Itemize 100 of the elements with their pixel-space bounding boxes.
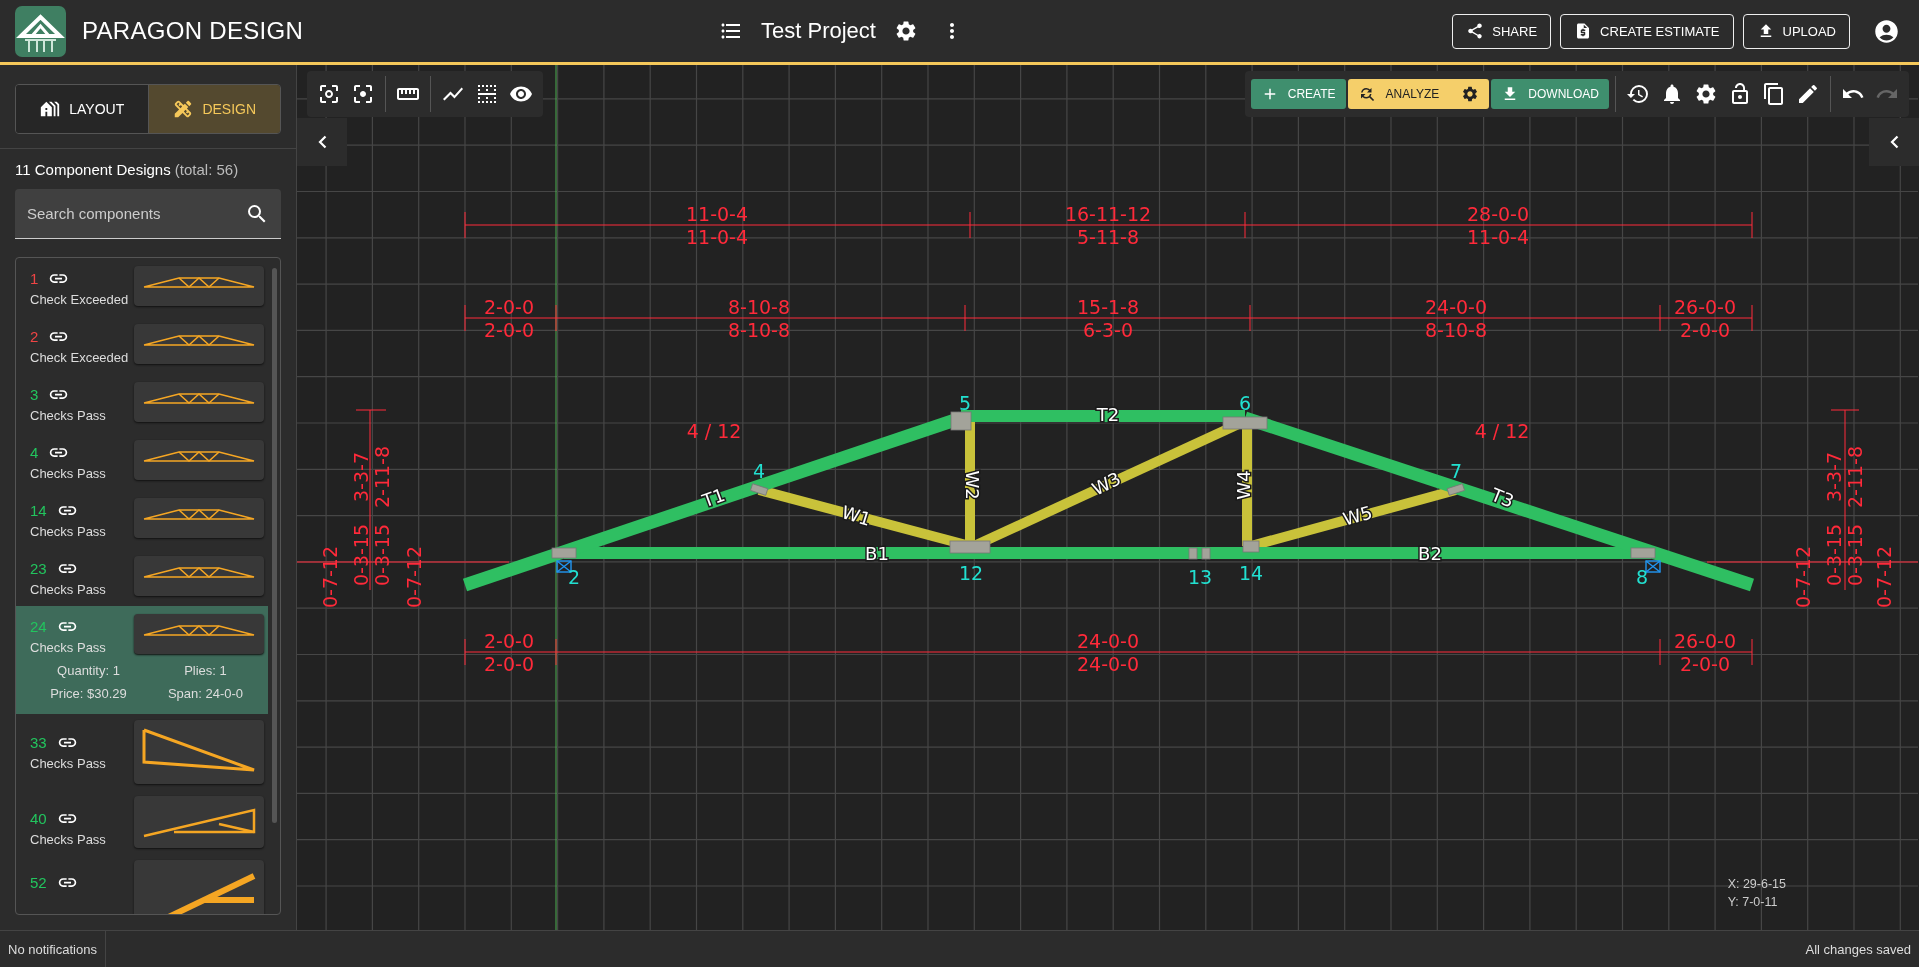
dimension-label: 0-7-12 (318, 545, 341, 609)
list-heading: 11 Component Designs (total: 56) (15, 161, 240, 178)
dimension-label: 11-0-4 (1466, 226, 1530, 248)
joint-number: 12 (958, 561, 984, 584)
save-status: All changes saved (1805, 941, 1912, 957)
cursor-y: Y: 7-0-11 (1727, 895, 1779, 909)
bearing-icon (1645, 560, 1661, 573)
dimension-label: 8-10-8 (1424, 319, 1488, 341)
component-detail: Span: 24-0-0 (166, 686, 245, 701)
connector-plate (1630, 547, 1656, 559)
scrollbar[interactable] (272, 268, 277, 823)
chevron-left-icon (1889, 135, 1899, 149)
dimension-label: 0-7-12 (402, 545, 425, 609)
dimension-label: 28-0-0 (1466, 203, 1530, 225)
component-number: 33 (30, 734, 47, 751)
check-status: Checks Pass (30, 756, 106, 771)
component-number: 24 (30, 618, 47, 635)
component-number: 4 (30, 444, 39, 461)
component-detail: Plies: 1 (183, 663, 228, 678)
dimension-label: 6-3-0 (1083, 319, 1133, 341)
logo-icon (15, 5, 66, 57)
check-status: Check Exceeded (30, 350, 129, 365)
component-item[interactable]: 2 Check Exceeded (16, 316, 268, 374)
check-status: Check Exceeded (30, 292, 129, 307)
dimension-label: 3-3-7 (349, 452, 372, 502)
dimension-label: 26-0-0 (1673, 296, 1737, 318)
dimension-label: 24-0-0 (1076, 653, 1140, 675)
search-field[interactable]: Search components (15, 189, 281, 239)
dimension-label: 3-3-7 (1822, 452, 1845, 502)
download-button[interactable]: DOWNLOAD (1491, 79, 1609, 109)
component-number: 23 (30, 560, 47, 577)
component-detail: Price: $30.29 (49, 686, 128, 701)
canvas-area[interactable] (297, 65, 1919, 930)
connector-plate (950, 411, 972, 431)
dimension-label: 2-0-0 (484, 653, 534, 675)
dimension-label: 11-0-4 (685, 226, 749, 248)
joint-number: 8 (1635, 565, 1649, 588)
joint-number: 5 (958, 391, 972, 414)
component-item[interactable]: 40 Checks Pass (16, 790, 268, 854)
component-detail: Quantity: 1 (56, 663, 121, 678)
analyze-button[interactable]: ANALYZE (1347, 79, 1490, 109)
dimension-label: 2-0-0 (484, 630, 534, 652)
dimension-label: 0-3-15 (1843, 523, 1866, 587)
dimension-label: 8-10-8 (727, 319, 791, 341)
dimension-label: 2-11-8 (370, 445, 393, 509)
header-button[interactable]: CREATE ESTIMATE (1560, 13, 1734, 49)
pitch-label: 4 / 12 (1474, 420, 1530, 442)
member-label: T3 (1488, 483, 1517, 512)
component-item[interactable]: 24 Checks Pass Quantity: 1 Plies: 1 Price: $30.29 Span: 24-0-0 (16, 606, 268, 714)
component-item[interactable]: 4 Checks Pass (16, 432, 268, 490)
check-status: Checks Pass (30, 640, 106, 655)
header-button[interactable]: UPLOAD (1742, 13, 1850, 49)
joint-number: 14 (1238, 561, 1264, 584)
check-status: Checks Pass (30, 582, 106, 597)
create-button[interactable]: CREATE (1250, 79, 1346, 109)
app-title: PARAGON DESIGN (82, 17, 304, 45)
component-number: 2 (30, 328, 39, 345)
dimension-label: 0-7-12 (1791, 545, 1814, 609)
pitch-label: 4 / 12 (686, 420, 742, 442)
check-status: Checks Pass (30, 466, 106, 481)
component-item[interactable]: 33 Checks Pass (16, 714, 268, 790)
dimension-label: 5-11-8 (1076, 226, 1140, 248)
component-number: 40 (30, 810, 47, 827)
component-item[interactable]: 52 (16, 854, 268, 914)
dimension-label: 11-0-4 (685, 203, 749, 225)
member-label: T1 (699, 483, 728, 512)
dimension-label: 26-0-0 (1673, 630, 1737, 652)
dimension-label: 2-0-0 (1680, 319, 1730, 341)
sidebar-tab[interactable]: DESIGN (147, 85, 280, 133)
dimension-label: 2-0-0 (484, 296, 534, 318)
check-status: Checks Pass (30, 832, 106, 847)
dimension-label: 8-10-8 (727, 296, 791, 318)
component-item[interactable]: 23 Checks Pass (16, 548, 268, 606)
component-item[interactable]: 1 Check Exceeded (16, 258, 268, 316)
dimension-label: 2-0-0 (1680, 653, 1730, 675)
sidebar-tab[interactable]: LAYOUT (16, 85, 148, 133)
check-status: Checks Pass (30, 524, 106, 539)
component-item[interactable]: 3 Checks Pass (16, 374, 268, 432)
dimension-label: 0-7-12 (1872, 545, 1895, 609)
connector-plate (551, 547, 577, 559)
joint-number: 2 (567, 565, 581, 588)
share-icon (1466, 22, 1485, 40)
joint-number: 13 (1187, 565, 1213, 588)
chevron-left-icon (317, 135, 327, 149)
joint-number: 4 (752, 459, 766, 482)
dimension-label: 24-0-0 (1076, 630, 1140, 652)
dimension-label: 24-0-0 (1424, 296, 1488, 318)
header-button[interactable]: SHARE (1452, 13, 1552, 49)
component-item[interactable]: 14 Checks Pass (16, 490, 268, 548)
dimension-label: 16-11-12 (1064, 203, 1152, 225)
check-status: Checks Pass (30, 408, 106, 423)
dimension-label: 15-1-8 (1076, 296, 1140, 318)
notification-status: No notifications (0, 931, 106, 967)
cursor-x: X: 29-6-15 (1727, 877, 1786, 891)
component-number: 14 (30, 502, 47, 519)
settings-icon[interactable] (1461, 85, 1480, 103)
dimension-label: 0-3-15 (370, 523, 393, 587)
component-number: 1 (30, 270, 39, 287)
component-number: 3 (30, 386, 39, 403)
project-name: Test Project (761, 18, 876, 44)
